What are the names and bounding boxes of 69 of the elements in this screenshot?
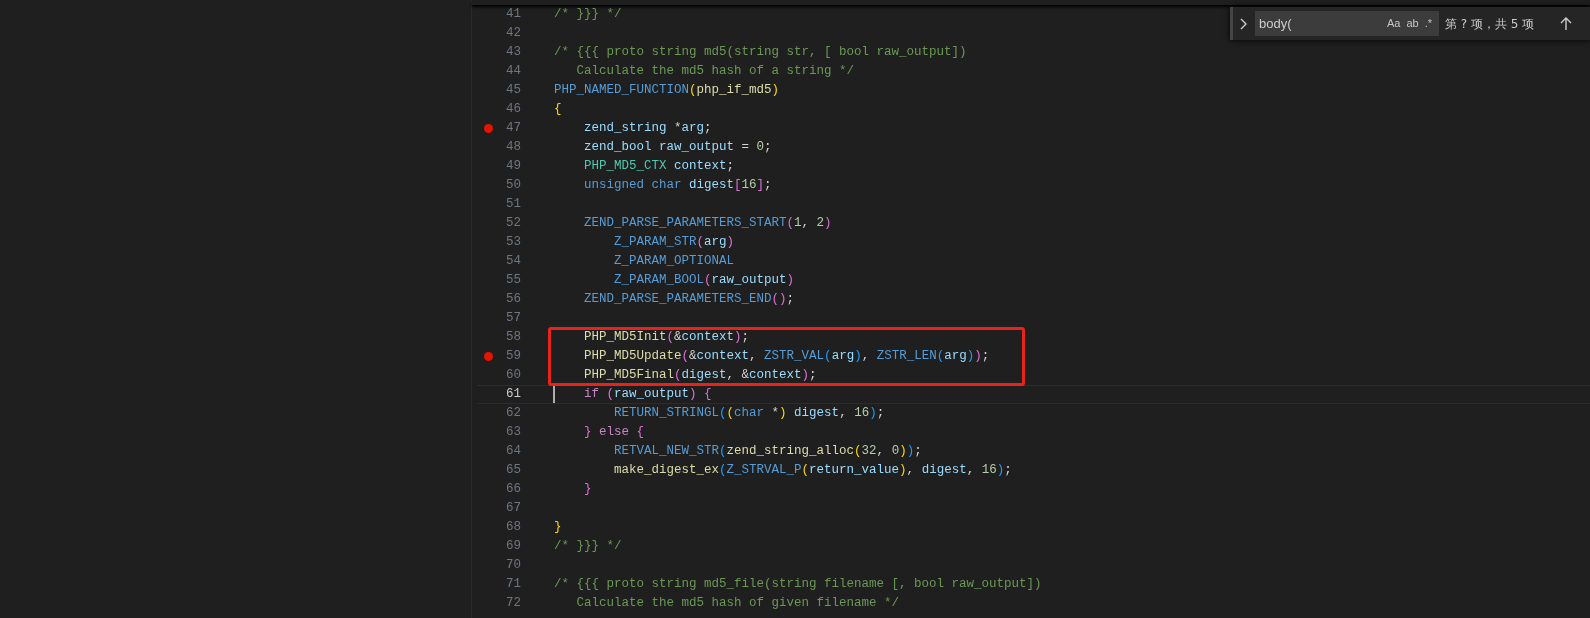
line-number: 67 (505, 500, 521, 518)
code-line: /* {{{ proto string md5_file(string filename [, bool raw_output]) (554, 576, 1042, 594)
breakpoint-icon[interactable] (483, 352, 493, 361)
line-number: 66 (505, 481, 521, 499)
code-line: PHP_MD5Final(digest, &context); (583, 367, 817, 385)
code-line: Z_PARAM_OPTIONAL (613, 253, 735, 271)
line-number: 50 (505, 177, 521, 195)
text-cursor (553, 386, 555, 403)
search-field[interactable]: body( Aa ab .* (1255, 11, 1439, 36)
line-number: 48 (505, 139, 521, 157)
code-line: Calculate the md5 hash of given filename */ (575, 595, 900, 613)
line-number: 46 (505, 101, 521, 119)
line-number: 42 (505, 25, 521, 43)
option-toggle[interactable]: Aa (1383, 15, 1404, 32)
line-number: 71 (505, 576, 521, 594)
line-number: 51 (505, 196, 521, 214)
code-line: unsigned char digest[16]; (583, 177, 772, 195)
code-line: PHP_NAMED_FUNCTION(php_if_md5) (554, 82, 780, 100)
arrow-up-icon[interactable] (1560, 16, 1573, 31)
code-line: zend_string *arg; (583, 120, 712, 138)
code-line: RETURN_STRINGL((char *) digest, 16); (613, 405, 885, 423)
option-toggle[interactable]: ab (1403, 15, 1422, 32)
code-line: PHP_MD5Init(&context); (583, 329, 750, 347)
code-line: } (583, 481, 592, 499)
code-line: PHP_MD5Update(&context, ZSTR_VAL(arg), ZSTR_LEN(arg)); (583, 348, 990, 366)
code-line: /* {{{ proto string md5(string str, [ bool raw_output]) (554, 44, 967, 62)
line-number: 55 (505, 272, 521, 290)
code-line: ZEND_PARSE_PARAMETERS_END(); (583, 291, 795, 309)
line-number: 72 (505, 595, 521, 613)
code-line: RETVAL_NEW_STR(zend_string_alloc(32, 0)); (613, 443, 922, 461)
line-number: 44 (505, 63, 521, 81)
line-number: 63 (505, 424, 521, 442)
code-line: /* }}} */ (554, 6, 622, 24)
line-number: 43 (505, 44, 521, 62)
code-line: PHP_MD5_CTX context; (583, 158, 735, 176)
line-number: 59 (505, 348, 521, 366)
code-line: make_digest_ex(Z_STRVAL_P(return_value), digest, 16); (613, 462, 1012, 480)
match-count: 第 ? 项，共 5 项 (1445, 15, 1535, 33)
line-number: 52 (505, 215, 521, 233)
line-number: 56 (505, 291, 521, 309)
code-line: if (raw_output) { (583, 386, 712, 404)
line-number: 41 (505, 6, 521, 24)
code-line: Z_PARAM_STR(arg) (613, 234, 735, 252)
line-number: 62 (505, 405, 521, 423)
code-line: Calculate the md5 hash of a string */ (575, 63, 855, 81)
line-number: 61 (505, 386, 521, 404)
line-number: 70 (505, 557, 521, 575)
line-number: 49 (505, 158, 521, 176)
breakpoint-icon[interactable] (483, 124, 493, 133)
line-number: 53 (505, 234, 521, 252)
line-number: 64 (505, 443, 521, 461)
line-number: 47 (505, 120, 521, 138)
line-number: 57 (505, 310, 521, 328)
line-number: 65 (505, 462, 521, 480)
code-line: } (554, 519, 562, 537)
line-number: 58 (505, 329, 521, 347)
option-toggle[interactable]: .* (1421, 15, 1435, 32)
line-number: 68 (505, 519, 521, 537)
line-number: 45 (505, 82, 521, 100)
code-line: } else { (583, 424, 645, 442)
code-line: zend_bool raw_output = 0; (583, 139, 772, 157)
code-line: { (554, 101, 562, 119)
code-line: /* }}} */ (554, 538, 622, 556)
line-number: 54 (505, 253, 521, 271)
line-number: 69 (505, 538, 521, 556)
code-line: Z_PARAM_BOOL(raw_output) (613, 272, 795, 290)
code-line: ZEND_PARSE_PARAMETERS_START(1, 2) (583, 215, 832, 233)
line-number: 60 (505, 367, 521, 385)
chevron-right-icon[interactable] (1239, 16, 1249, 31)
